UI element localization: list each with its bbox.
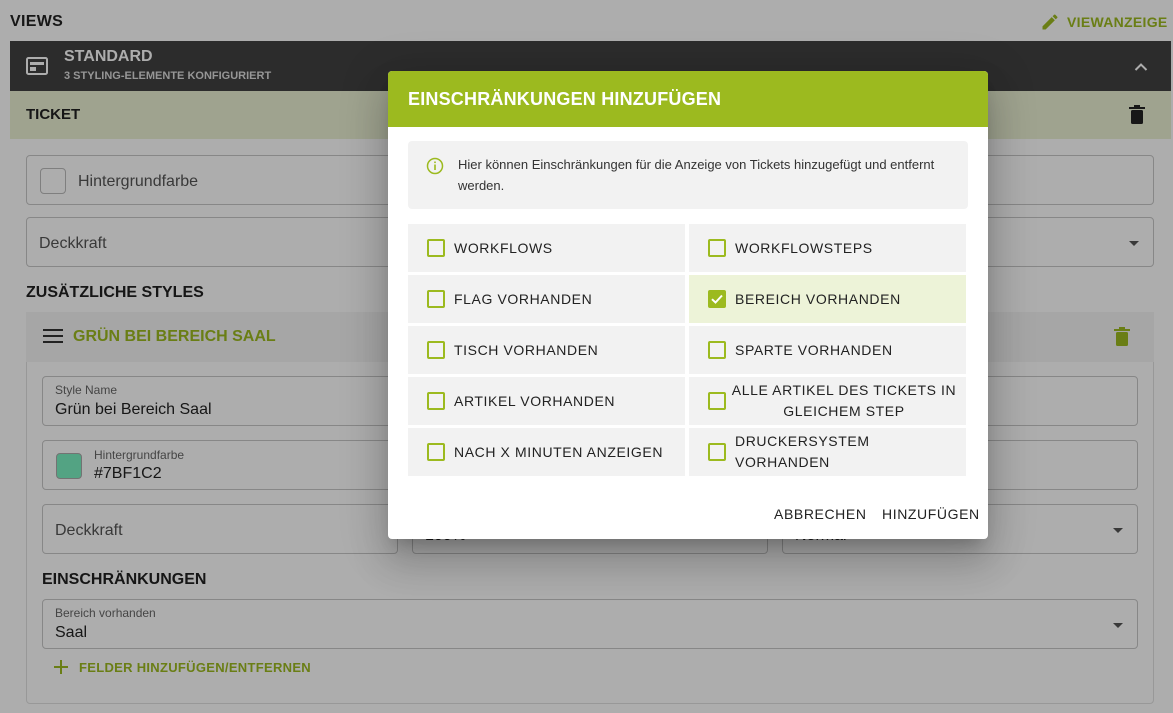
checkbox-checked[interactable] (708, 290, 726, 308)
cancel-button[interactable]: ABBRECHEN (774, 506, 867, 522)
option-label: SPARTE VORHANDEN (735, 341, 893, 358)
option-label: ARTIKEL VORHANDEN (454, 392, 616, 409)
checkbox[interactable] (708, 392, 726, 410)
option-workflowsteps[interactable]: WORKFLOWSTEPS (689, 224, 966, 272)
checkbox[interactable] (427, 290, 445, 308)
info-icon (426, 157, 444, 175)
checkbox[interactable] (708, 341, 726, 359)
option-nach-x-minuten[interactable]: NACH X MINUTEN ANZEIGEN (408, 428, 685, 476)
option-label: WORKFLOWSTEPS (735, 239, 873, 256)
checkbox[interactable] (427, 392, 445, 410)
option-label: NACH X MINUTEN ANZEIGEN (454, 443, 664, 460)
option-tisch-vorhanden[interactable]: TISCH VORHANDEN (408, 326, 685, 374)
option-label: WORKFLOWS (454, 239, 553, 256)
add-button[interactable]: HINZUFÜGEN (882, 506, 980, 522)
option-alle-artikel-gleicher-step[interactable]: ALLE ARTIKEL DES TICKETS IN GLEICHEM STE… (689, 377, 966, 425)
add-restrictions-dialog: EINSCHRÄNKUNGEN HINZUFÜGEN Hier können E… (388, 71, 988, 539)
checkbox[interactable] (708, 239, 726, 257)
option-label: BEREICH VORHANDEN (735, 290, 901, 307)
check-icon (711, 294, 723, 304)
option-workflows[interactable]: WORKFLOWS (408, 224, 685, 272)
checkbox[interactable] (427, 239, 445, 257)
option-druckersystem-vorhanden[interactable]: DRUCKERSYSTEM VORHANDEN (689, 428, 966, 476)
option-sparte-vorhanden[interactable]: SPARTE VORHANDEN (689, 326, 966, 374)
checkbox[interactable] (427, 443, 445, 461)
info-text: Hier können Einschränkungen für die Anze… (458, 157, 935, 193)
dialog-title: EINSCHRÄNKUNGEN HINZUFÜGEN (408, 89, 722, 109)
option-label: DRUCKERSYSTEM VORHANDEN (735, 433, 870, 470)
option-bereich-vorhanden[interactable]: BEREICH VORHANDEN (689, 275, 966, 323)
info-box: Hier können Einschränkungen für die Anze… (408, 141, 968, 209)
option-label: TISCH VORHANDEN (454, 341, 599, 358)
option-artikel-vorhanden[interactable]: ARTIKEL VORHANDEN (408, 377, 685, 425)
checkbox[interactable] (708, 443, 726, 461)
checkbox[interactable] (427, 341, 445, 359)
option-flag-vorhanden[interactable]: FLAG VORHANDEN (408, 275, 685, 323)
option-label: FLAG VORHANDEN (454, 290, 593, 307)
option-label: ALLE ARTIKEL DES TICKETS IN GLEICHEM STE… (731, 382, 957, 419)
